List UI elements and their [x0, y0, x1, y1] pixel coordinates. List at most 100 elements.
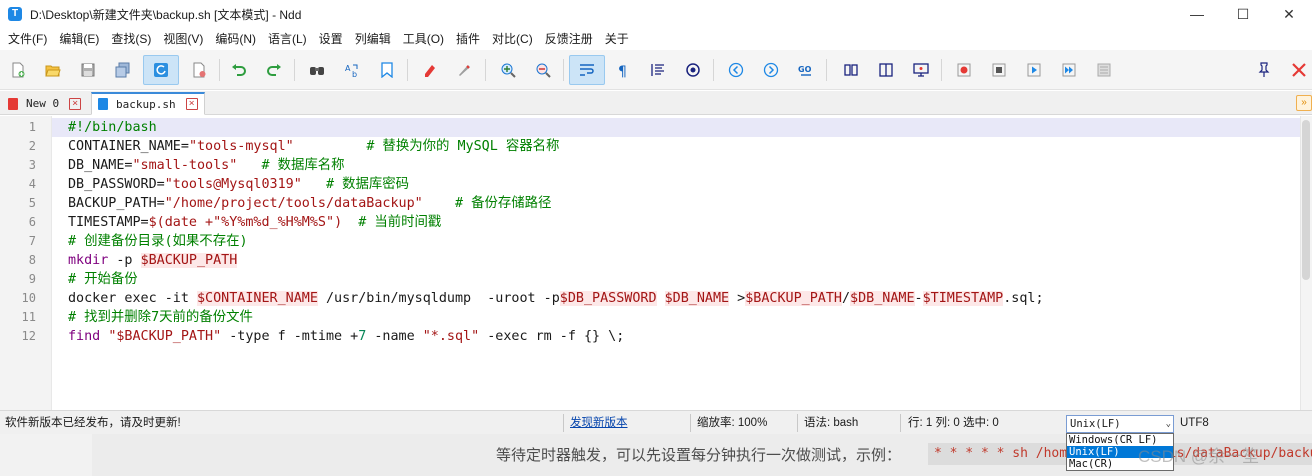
toolbar: Ab ¶ GO: [0, 50, 1312, 90]
word-wrap-button[interactable]: [569, 55, 605, 85]
code-token: "*.sql": [422, 329, 480, 344]
file-encoding: UTF8: [1180, 417, 1209, 429]
line-number: 2: [28, 139, 36, 153]
tab-backup-sh[interactable]: backup.sh ×: [91, 92, 205, 115]
bookmark-button[interactable]: [372, 55, 402, 85]
code-line[interactable]: # 创建备份目录(如果不存在): [68, 232, 248, 251]
line-number: 3: [28, 158, 36, 172]
menu-edit[interactable]: 编辑(E): [53, 28, 105, 50]
redo-icon: [267, 64, 281, 76]
code-line[interactable]: docker exec -it $CONTAINER_NAME /usr/bin…: [68, 289, 1044, 308]
code-line[interactable]: #!/bin/bash: [68, 118, 157, 137]
menu-bar: 文件(F) 编辑(E) 查找(S) 视图(V) 编码(N) 语言(L) 设置 列…: [0, 28, 1312, 50]
code-token: /: [841, 291, 851, 306]
indent-guide-button[interactable]: [643, 55, 673, 85]
save-all-button[interactable]: [108, 55, 138, 85]
menu-view[interactable]: 视图(V): [157, 28, 209, 50]
vertical-scrollbar[interactable]: [1300, 116, 1312, 410]
goto-button[interactable]: GO: [791, 55, 821, 85]
close-document-button[interactable]: [1284, 55, 1312, 85]
code-token: -p: [108, 253, 141, 268]
replace-button[interactable]: Ab: [337, 55, 367, 85]
stop-icon: [992, 63, 1006, 77]
code-line[interactable]: CONTAINER_NAME="tools-mysql" # 替换为你的 MyS…: [68, 137, 559, 156]
menu-search[interactable]: 查找(S): [105, 28, 157, 50]
update-link[interactable]: 发现新版本: [570, 411, 628, 435]
code-line[interactable]: DB_NAME="small-tools" # 数据库名称: [68, 156, 345, 175]
save-button[interactable]: [73, 55, 103, 85]
syntax-language: 语法: bash: [804, 417, 859, 429]
code-line[interactable]: mkdir -p $BACKUP_PATH: [68, 251, 238, 270]
menu-settings[interactable]: 设置: [313, 28, 349, 50]
undo-button[interactable]: [224, 55, 254, 85]
screen-button[interactable]: [906, 55, 936, 85]
eol-select[interactable]: Unix(LF) ⌄: [1066, 415, 1174, 433]
menu-language[interactable]: 语言(L): [262, 28, 313, 50]
pin-button[interactable]: [1249, 55, 1279, 85]
save-macro-icon: [1097, 63, 1111, 77]
prev-button[interactable]: [721, 55, 751, 85]
reload-button[interactable]: [143, 55, 179, 85]
save-macro-button[interactable]: [1089, 55, 1119, 85]
close-window-button[interactable]: ✕: [1266, 0, 1312, 28]
code-editor[interactable]: 1 2 3 4 5 6 7 8 9 10 11 12 #!/bin/bash CONTAINER_NAM…: [0, 116, 1300, 410]
code-token: mkdir: [68, 253, 109, 268]
clear-mark-button[interactable]: [450, 55, 480, 85]
zoom-out-button[interactable]: [528, 55, 558, 85]
show-symbols-button[interactable]: ¶: [608, 55, 638, 85]
code-token: "%Y%m%d_%H%M%S": [213, 215, 335, 230]
split-button[interactable]: [871, 55, 901, 85]
tab-scroll-icon[interactable]: »: [1296, 95, 1312, 111]
next-button[interactable]: [756, 55, 786, 85]
code-line[interactable]: TIMESTAMP=$(date +"%Y%m%d_%H%M%S") # 当前时…: [68, 213, 441, 232]
new-file-button[interactable]: [3, 55, 33, 85]
mark-button[interactable]: [415, 55, 445, 85]
mark-icon: [425, 65, 435, 77]
code-line[interactable]: BACKUP_PATH="/home/project/tools/dataBac…: [68, 194, 551, 213]
play-macro-button[interactable]: [1019, 55, 1049, 85]
code-token: $DB_NAME: [850, 291, 915, 306]
code-token: ): [334, 215, 343, 230]
compare-button[interactable]: [836, 55, 866, 85]
play-multiple-button[interactable]: [1054, 55, 1084, 85]
code-line[interactable]: # 找到并删除7天前的备份文件: [68, 308, 253, 327]
find-button[interactable]: [302, 55, 332, 85]
fold-margin: [52, 116, 66, 410]
tab-bar: New 0 × backup.sh × »: [0, 91, 1312, 115]
tab-close-icon[interactable]: ×: [69, 97, 82, 110]
zoom-in-button[interactable]: [493, 55, 523, 85]
compare-icon: [844, 64, 858, 76]
play-icon: [1027, 63, 1041, 77]
stop-macro-button[interactable]: [984, 55, 1014, 85]
minimize-button[interactable]: —: [1174, 0, 1220, 28]
menu-compare[interactable]: 对比(C): [486, 28, 539, 50]
menu-plugins[interactable]: 插件: [450, 28, 486, 50]
menu-column-edit[interactable]: 列编辑: [349, 28, 397, 50]
menu-feedback[interactable]: 反馈注册: [539, 28, 599, 50]
svg-text:b: b: [352, 70, 357, 78]
code-token: -: [914, 291, 923, 306]
maximize-button[interactable]: ☐: [1220, 0, 1266, 28]
close-file-button[interactable]: [184, 55, 214, 85]
code-line[interactable]: find "$BACKUP_PATH" -type f -mtime +7 -n…: [68, 327, 624, 346]
record-macro-button[interactable]: [949, 55, 979, 85]
target-button[interactable]: [678, 55, 708, 85]
tab-close-icon[interactable]: ×: [185, 98, 198, 110]
unsaved-file-icon: [8, 97, 18, 110]
scrollbar-thumb[interactable]: [1302, 120, 1310, 280]
code-line[interactable]: DB_PASSWORD="tools@Mysql0319" # 数据库密码: [68, 175, 409, 194]
code-token: #!/bin/bash: [68, 120, 157, 135]
menu-encoding[interactable]: 编码(N): [209, 28, 262, 50]
code-line[interactable]: # 开始备份: [68, 270, 138, 289]
tab-new0[interactable]: New 0 ×: [2, 92, 87, 115]
tab-label: backup.sh: [116, 97, 176, 111]
menu-file[interactable]: 文件(F): [2, 28, 53, 50]
code-token: >: [729, 291, 746, 306]
menu-about[interactable]: 关于: [599, 28, 635, 50]
code-token: DB_PASSWORD=: [68, 177, 165, 192]
redo-button[interactable]: [259, 55, 289, 85]
open-file-button[interactable]: [38, 55, 68, 85]
menu-tools[interactable]: 工具(O): [397, 28, 450, 50]
